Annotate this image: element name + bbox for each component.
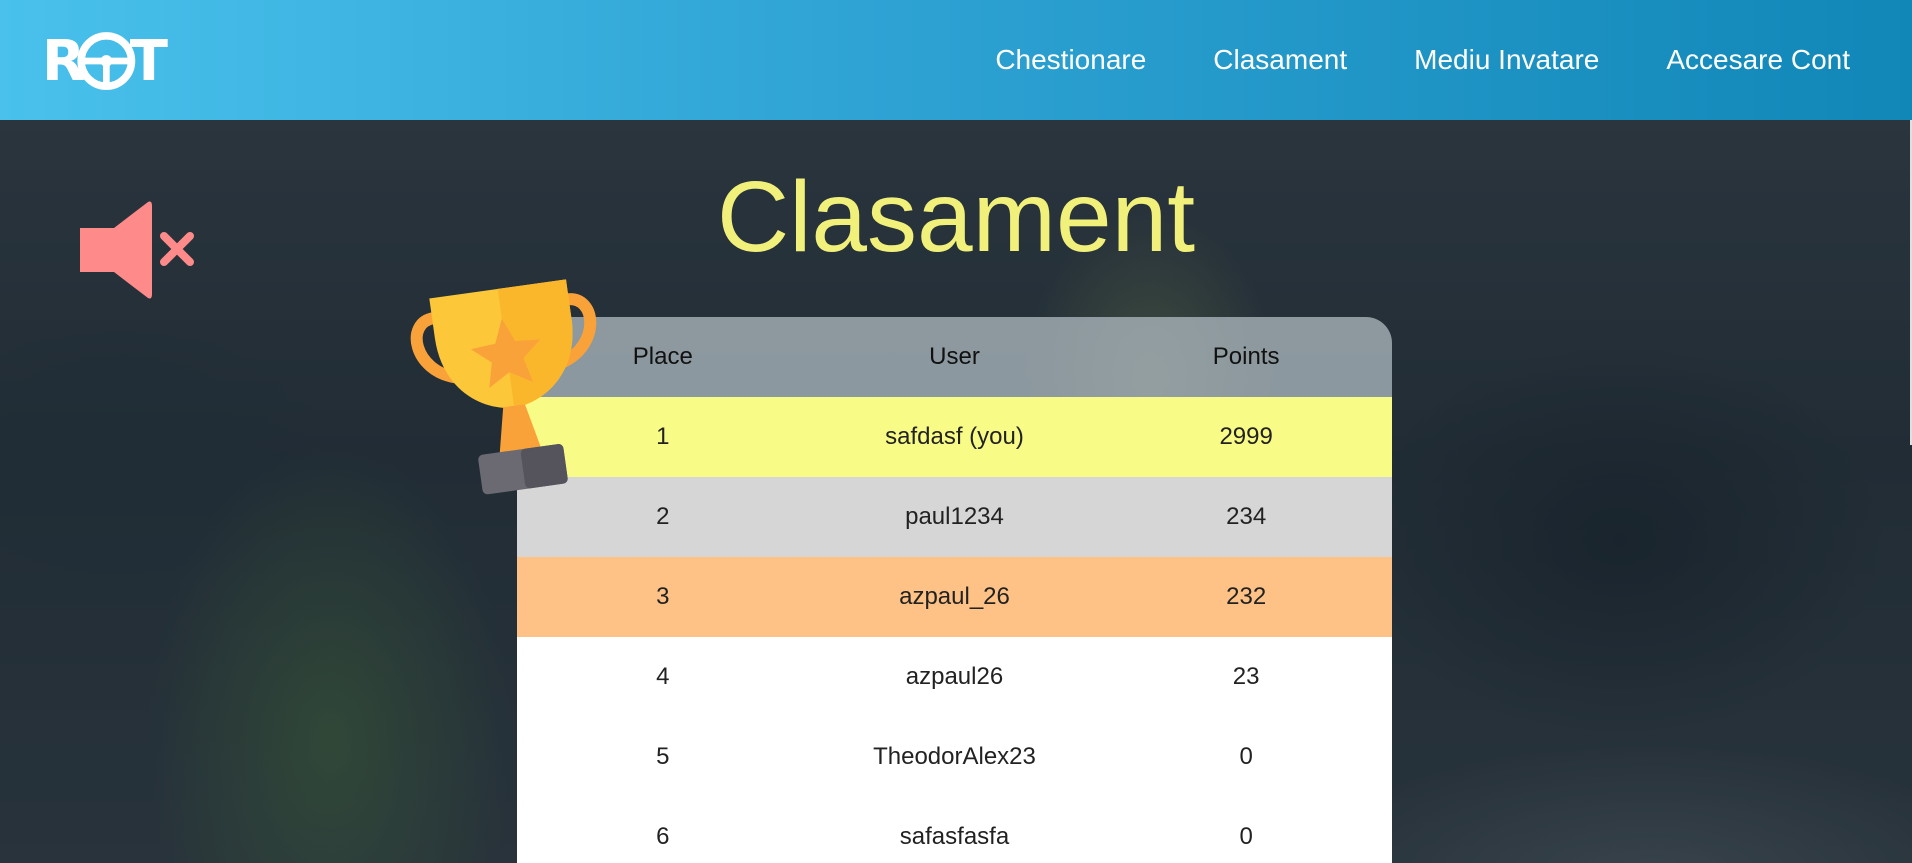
table-row: 2 paul1234 234 xyxy=(517,477,1392,557)
trophy-icon xyxy=(410,279,597,495)
cell-points: 2999 xyxy=(1100,397,1392,477)
logo-letter-t: T xyxy=(129,28,168,94)
nav-link-chestionare[interactable]: Chestionare xyxy=(995,44,1146,76)
nav-link-mediu-invatare[interactable]: Mediu Invatare xyxy=(1414,44,1599,76)
table-row: 3 azpaul_26 232 xyxy=(517,557,1392,637)
cell-user: paul1234 xyxy=(808,477,1101,557)
cell-points: 23 xyxy=(1100,637,1392,717)
column-header-user: User xyxy=(808,317,1101,397)
table-row: 1 safdasf (you) 2999 xyxy=(517,397,1392,477)
cell-place: 6 xyxy=(517,797,809,863)
cell-user: safasfasfa xyxy=(808,797,1101,863)
logo[interactable]: R T xyxy=(42,24,168,98)
leaderboard-table: Place User Points 1 safdasf (you) 2999 2… xyxy=(517,317,1392,863)
nav-link-accesare-cont[interactable]: Accesare Cont xyxy=(1666,44,1850,76)
cell-points: 234 xyxy=(1100,477,1392,557)
cell-user: azpaul26 xyxy=(808,637,1101,717)
steering-wheel-icon xyxy=(77,32,136,90)
table-row: 6 safasfasfa 0 xyxy=(517,797,1392,863)
cell-place: 4 xyxy=(517,637,809,717)
cell-points: 232 xyxy=(1100,557,1392,637)
cell-user: azpaul_26 xyxy=(808,557,1101,637)
page-title: Clasament xyxy=(717,161,1195,273)
nav-link-clasament[interactable]: Clasament xyxy=(1213,44,1347,76)
cell-points: 0 xyxy=(1100,717,1392,797)
table-row: 5 TheodorAlex23 0 xyxy=(517,717,1392,797)
cell-place: 5 xyxy=(517,717,809,797)
cell-user: TheodorAlex23 xyxy=(808,717,1101,797)
cell-place: 3 xyxy=(517,557,809,637)
cell-points: 0 xyxy=(1100,797,1392,863)
cell-user: safdasf (you) xyxy=(808,397,1101,477)
table-row: 4 azpaul26 23 xyxy=(517,637,1392,717)
top-navbar: R T Chestionare Clasament Mediu Invatare… xyxy=(0,0,1912,120)
table-header-row: Place User Points xyxy=(517,317,1392,397)
column-header-points: Points xyxy=(1100,317,1392,397)
nav-links: Chestionare Clasament Mediu Invatare Acc… xyxy=(995,0,1850,120)
